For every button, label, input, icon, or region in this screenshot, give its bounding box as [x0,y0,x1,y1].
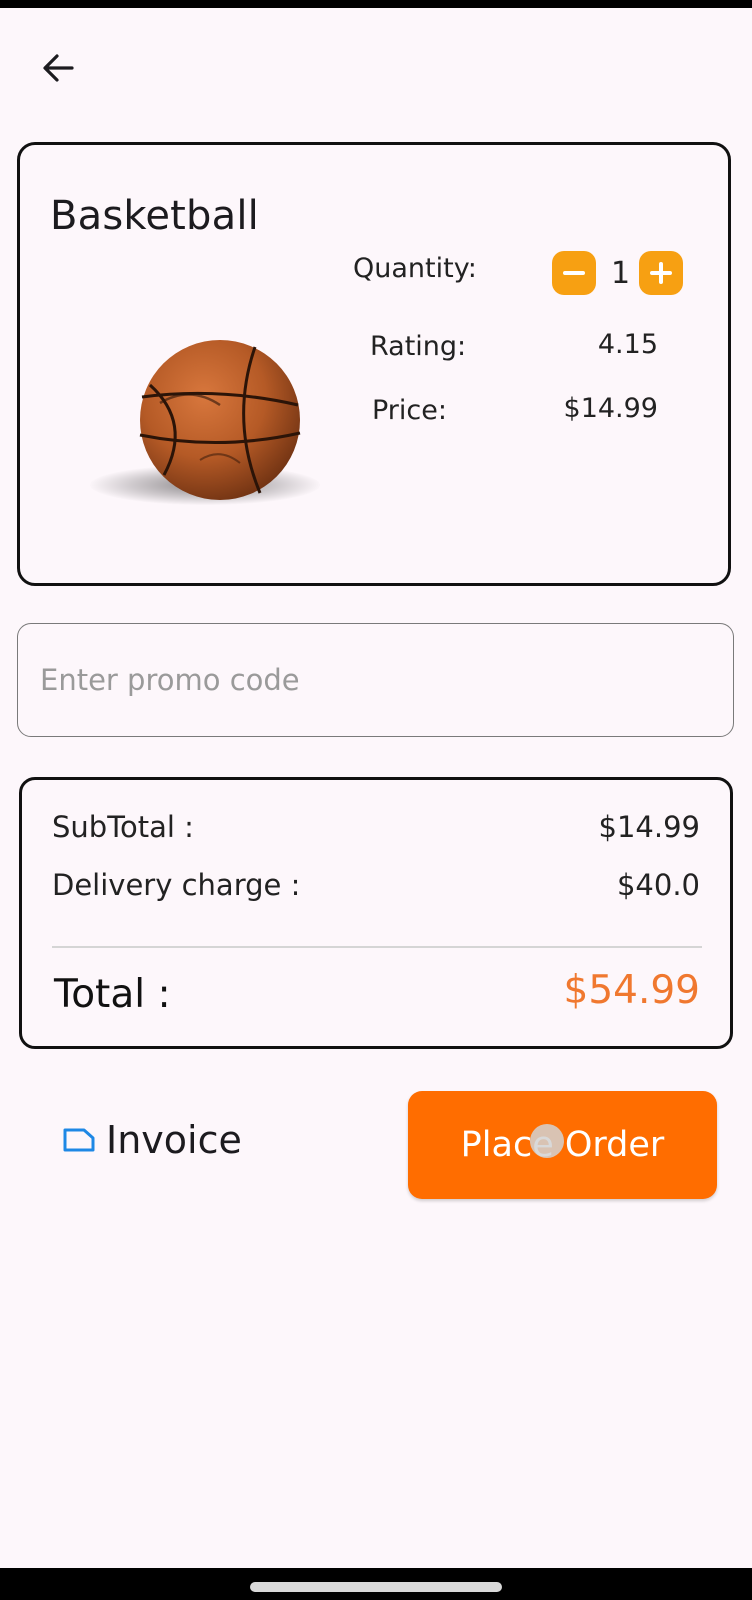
plus-icon [650,262,672,284]
total-value: $54.99 [563,968,700,1013]
place-order-label: Place Order [460,1125,665,1165]
price-value: $14.99 [563,393,658,424]
subtotal-label: SubTotal : [52,810,194,844]
basketball-image [80,325,320,525]
document-icon [63,1128,95,1152]
decrease-quantity-button[interactable] [552,251,596,295]
rating-value: 4.15 [597,329,658,360]
price-label: Price: [372,395,447,426]
increase-quantity-button[interactable] [639,251,683,295]
navigation-bar [0,1568,752,1600]
subtotal-value: $14.99 [598,810,700,844]
total-label: Total : [54,972,171,1017]
place-order-button[interactable]: Place Order [408,1091,717,1199]
promo-code-input[interactable] [17,623,734,737]
home-handle[interactable] [250,1582,502,1592]
order-summary: SubTotal : $14.99 Delivery charge : $40.… [19,777,733,1049]
delivery-charge-value: $40.0 [616,868,700,902]
divider [52,946,702,948]
minus-icon [563,271,585,275]
product-title: Basketball [50,193,259,239]
quantity-value: 1 [611,256,631,291]
rating-label: Rating: [370,331,467,362]
arrow-left-icon [43,54,74,82]
product-card: Basketball Quantity: 1 Rating: 4.15 Pric… [17,142,731,586]
invoice-label: Invoice [106,1118,242,1162]
back-button[interactable] [30,40,86,96]
invoice-button[interactable]: Invoice [62,1118,242,1162]
quantity-label: Quantity: [353,253,477,284]
status-bar [0,0,752,8]
delivery-charge-label: Delivery charge : [52,868,301,902]
